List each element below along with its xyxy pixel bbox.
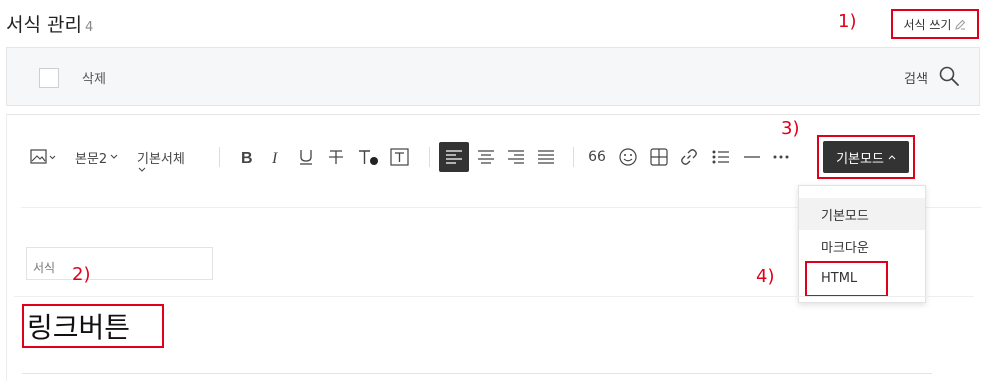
align-left-button[interactable] <box>439 142 469 172</box>
align-right-icon <box>508 150 524 164</box>
image-icon <box>30 149 56 164</box>
search-label[interactable]: 검색 <box>904 68 928 87</box>
chevron-down-icon <box>137 165 147 175</box>
link-icon <box>681 149 697 165</box>
emoji-icon <box>619 148 637 166</box>
template-title-input[interactable] <box>26 247 213 280</box>
italic-icon: I <box>271 150 278 167</box>
align-center-icon <box>478 150 494 164</box>
list-button[interactable] <box>710 147 732 167</box>
align-right-button[interactable] <box>505 147 527 167</box>
toolbar-divider <box>573 147 574 167</box>
paragraph-style-value: 본문2 <box>75 151 108 167</box>
quote-button[interactable]: 66 <box>585 147 609 167</box>
page-title-text: 서식 관리 <box>6 14 82 36</box>
more-icon <box>773 155 789 159</box>
align-justify-button[interactable] <box>535 147 557 167</box>
editor-mode-button-inner: 기본모드 <box>823 141 909 173</box>
content-text: 링크버튼 <box>27 311 131 344</box>
bullet-list-icon <box>712 150 729 164</box>
editor-mode-button[interactable]: 기본모드 <box>817 135 915 179</box>
emoji-button[interactable] <box>617 147 639 167</box>
more-button[interactable] <box>770 147 792 167</box>
template-count: 4 <box>84 20 94 35</box>
toolbar-divider <box>219 147 220 167</box>
align-justify-icon <box>538 150 554 164</box>
toolbar-divider <box>429 147 430 167</box>
mode-option-markdown[interactable]: 마크다운 <box>799 230 925 262</box>
content-bottom-border <box>22 373 932 374</box>
chevron-down-icon <box>110 154 118 159</box>
bold-button[interactable]: B <box>235 147 257 167</box>
svg-text:B: B <box>241 150 253 167</box>
write-template-button[interactable]: 서식 쓰기 <box>891 9 979 39</box>
annotation-2: 2) <box>72 264 91 285</box>
select-all-checkbox[interactable] <box>39 68 59 88</box>
search-icon[interactable] <box>938 65 960 87</box>
font-family-select[interactable]: 기본서체 <box>137 147 185 167</box>
annotation-1: 1) <box>838 11 857 32</box>
table-button[interactable] <box>648 147 670 167</box>
quote-icon: 66 <box>588 149 606 165</box>
underline-icon <box>300 150 312 165</box>
table-icon <box>650 148 668 166</box>
annotation-3: 3) <box>781 118 800 139</box>
svg-text:I: I <box>271 150 278 167</box>
write-template-label: 서식 쓰기 <box>903 17 952 32</box>
page-title: 서식 관리 4 <box>6 10 93 37</box>
editor-content[interactable]: 링크버튼 <box>22 304 164 348</box>
horizontal-rule-icon <box>744 156 760 158</box>
strikethrough-button[interactable] <box>325 147 347 167</box>
pencil-icon <box>955 19 966 30</box>
chevron-up-icon <box>888 155 896 160</box>
align-center-button[interactable] <box>475 147 497 167</box>
delete-button[interactable]: 삭제 <box>82 68 106 87</box>
align-left-icon <box>446 150 462 164</box>
bold-icon: B <box>241 150 253 167</box>
title-separator <box>14 296 974 297</box>
list-action-bar: 삭제 검색 <box>6 47 980 106</box>
strikethrough-icon <box>329 150 343 164</box>
text-background-icon <box>390 148 409 166</box>
text-color-button[interactable] <box>355 147 381 167</box>
italic-button[interactable]: I <box>265 147 287 167</box>
annotation-4: 4) <box>756 266 775 287</box>
text-background-button[interactable] <box>389 147 411 167</box>
mode-option-basic[interactable]: 기본모드 <box>799 198 925 230</box>
editor-mode-label: 기본모드 <box>836 151 884 167</box>
insert-image-button[interactable] <box>29 147 59 167</box>
font-family-value: 기본서체 <box>137 151 185 167</box>
html-option-highlight <box>805 261 888 297</box>
paragraph-style-select[interactable]: 본문2 <box>75 147 119 167</box>
horizontal-rule-button[interactable] <box>741 147 763 167</box>
underline-button[interactable] <box>295 147 317 167</box>
link-button[interactable] <box>678 147 700 167</box>
text-color-icon <box>359 150 378 165</box>
